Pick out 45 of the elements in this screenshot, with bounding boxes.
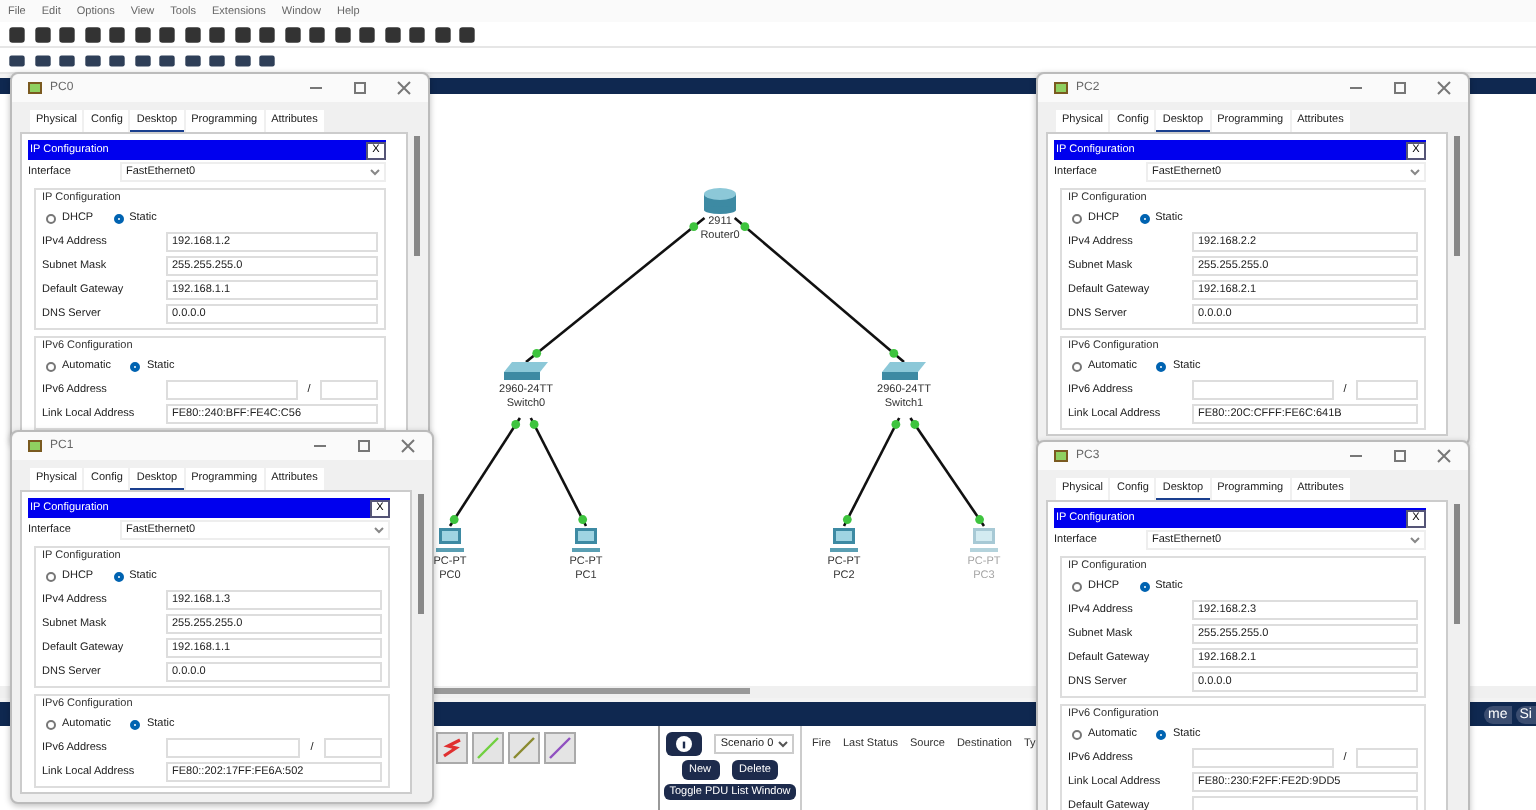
switch-icon[interactable]: [882, 362, 926, 382]
switch-icon[interactable]: [504, 362, 548, 382]
scrollbar[interactable]: [1454, 504, 1460, 624]
chevron-down-icon: [777, 740, 788, 748]
prefix-field[interactable]: [323, 738, 382, 758]
chevron-down-icon: [370, 168, 380, 176]
close-icon[interactable]: [400, 438, 416, 454]
prefix-field[interactable]: [1356, 380, 1418, 400]
input-field[interactable]: [1192, 380, 1334, 400]
app-icon: [1052, 447, 1070, 465]
cable-link[interactable]: [529, 417, 588, 527]
scrollbar[interactable]: [418, 494, 424, 614]
computer-icon[interactable]: [572, 526, 600, 554]
cable-link[interactable]: [448, 417, 521, 527]
computer-icon[interactable]: [830, 526, 858, 554]
lightning-cable-icon[interactable]: [436, 732, 468, 764]
prefix-field[interactable]: [1356, 748, 1418, 768]
app-icon: [26, 79, 44, 97]
close-icon[interactable]: [1436, 80, 1452, 96]
input-field[interactable]: [166, 738, 301, 758]
close-icon[interactable]: [1436, 448, 1452, 464]
computer-icon[interactable]: [436, 526, 464, 554]
maximize-icon[interactable]: [1392, 448, 1408, 464]
router-icon[interactable]: [702, 186, 738, 214]
input-field[interactable]: [166, 380, 298, 400]
scrollbar[interactable]: [414, 136, 420, 256]
cable-link[interactable]: [909, 417, 986, 527]
input-field[interactable]: [1192, 748, 1334, 768]
chevron-down-icon: [1410, 168, 1420, 176]
input-field[interactable]: [1192, 796, 1418, 810]
cable-link[interactable]: [842, 417, 901, 527]
maximize-icon[interactable]: [356, 438, 372, 454]
app-icon: [1052, 79, 1070, 97]
prefix-field[interactable]: [320, 380, 378, 400]
chevron-down-icon: [1410, 536, 1420, 544]
cable-icon[interactable]: [544, 732, 576, 764]
scrollbar[interactable]: [1454, 136, 1460, 256]
maximize-icon[interactable]: [352, 80, 368, 96]
close-icon[interactable]: [396, 80, 412, 96]
cable-icon[interactable]: [508, 732, 540, 764]
maximize-icon[interactable]: [1392, 80, 1408, 96]
scrollbar[interactable]: [430, 688, 750, 694]
chevron-down-icon: [374, 526, 384, 534]
info-button[interactable]: [666, 732, 703, 756]
app-icon: [26, 437, 44, 455]
